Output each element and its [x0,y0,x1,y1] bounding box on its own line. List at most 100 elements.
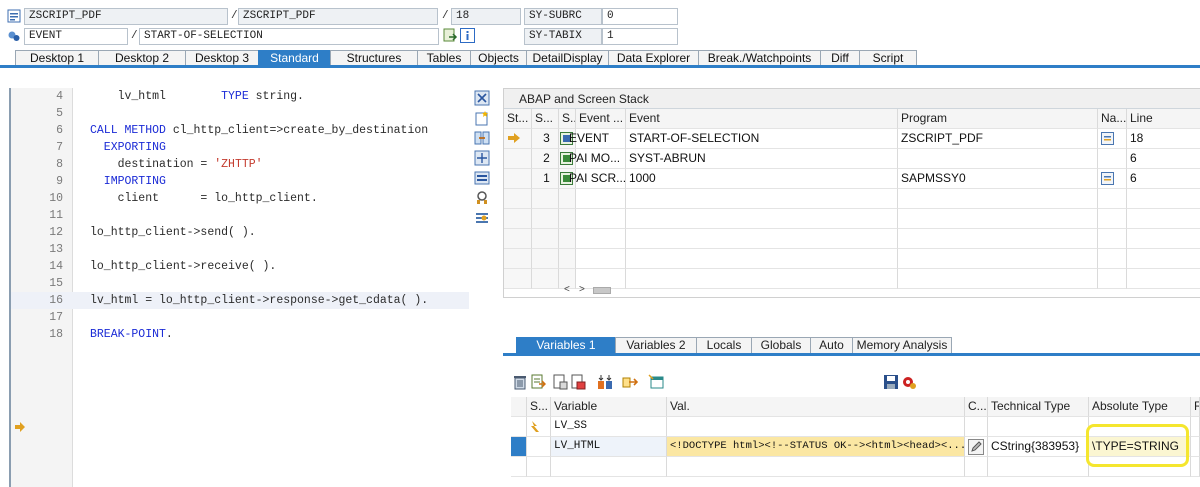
stack-cell[interactable] [1098,169,1127,189]
event-name-field[interactable]: START-OF-SELECTION [139,28,439,45]
tab-standard[interactable]: Standard [258,50,331,66]
code-line[interactable]: 11 [11,207,469,224]
code-line[interactable]: 5 [11,105,469,122]
tab-diff[interactable]: Diff [820,50,860,66]
stack-cell[interactable]: SAPMSSY0 [898,169,1098,189]
variables-column-header[interactable]: C... [965,397,988,417]
code-line[interactable]: 10 client = lo_http_client. [11,190,469,207]
tab-tables[interactable]: Tables [417,50,471,66]
program-field[interactable]: ZSCRIPT_PDF [24,8,228,25]
scroll-right-icon[interactable]: > [579,284,585,295]
stack-cell[interactable]: SYST-ABRUN [626,149,898,169]
stack-cell[interactable]: 2 [532,149,559,169]
tab-variables-2[interactable]: Variables 2 [615,337,697,354]
new-tool-icon[interactable] [474,110,490,126]
stack-column-header[interactable]: Line [1127,109,1200,129]
stack-cell[interactable]: START-OF-SELECTION [626,129,898,149]
tab-structures[interactable]: Structures [330,50,418,66]
tab-variables-1[interactable]: Variables 1 [516,337,616,354]
maximize-tool-icon[interactable] [474,150,490,166]
stack-column-header[interactable]: Na... [1098,109,1127,129]
variables-column-header[interactable]: Absolute Type [1089,397,1191,417]
tab-auto[interactable]: Auto [810,337,853,354]
debug-service-icon[interactable] [474,190,490,206]
stack-cell[interactable]: 3 [532,129,559,149]
code-line[interactable]: 8 destination = 'ZHTTP' [11,156,469,173]
code-line[interactable]: 9 IMPORTING [11,173,469,190]
close-tool-icon[interactable] [474,90,490,106]
stack-cell[interactable]: EVENT [566,129,626,149]
variables-column-header[interactable]: Variable [551,397,667,417]
stack-column-header[interactable]: Program [898,109,1098,129]
stack-cell[interactable]: PAI MO... [566,149,626,169]
code-line[interactable]: 6 CALL METHOD cl_http_client=>create_by_d… [11,122,469,139]
code-line[interactable]: 18 BREAK-POINT. [11,326,469,343]
transfer-icon[interactable] [622,374,638,390]
code-line[interactable]: 14 lo_http_client->receive( ). [11,258,469,275]
navigate-icon[interactable] [1101,132,1114,145]
variable-cell[interactable]: CString{383953} [988,437,1089,457]
tab-detaildisplay[interactable]: DetailDisplay [526,50,609,66]
stack-cell[interactable]: PAI SCR... [566,169,626,189]
tab-memory-analysis[interactable]: Memory Analysis [852,337,952,354]
source-code-editor[interactable]: 4 lv_html TYPE string. 5 6 CALL METHOD cl_h… [9,88,469,487]
import-variables-icon[interactable] [530,374,546,390]
variables-column-header[interactable] [511,397,527,417]
stack-cell[interactable] [504,169,532,189]
stack-column-header[interactable]: S... [559,109,576,129]
code-line[interactable]: 15 [11,275,469,292]
variable-cell[interactable] [988,417,1089,437]
stack-column-header[interactable]: St... [504,109,532,129]
scroll-thumb[interactable] [593,287,611,294]
variables-column-header[interactable]: S... [527,397,551,417]
stack-cell[interactable]: 1000 [626,169,898,189]
tab-script[interactable]: Script [859,50,917,66]
stack-column-header[interactable]: S... [532,109,559,129]
code-line[interactable]: 13 [11,241,469,258]
settings-icon[interactable] [901,374,917,390]
tab-break-watchpoints[interactable]: Break./Watchpoints [698,50,821,66]
tab-desktop-2[interactable]: Desktop 2 [98,50,186,66]
code-line[interactable]: 4 lv_html TYPE string. [11,88,469,105]
sy-subrc-value[interactable]: 0 [602,8,678,25]
tab-desktop-1[interactable]: Desktop 1 [15,50,99,66]
stack-cell[interactable] [1098,129,1127,149]
variable-cell[interactable]: LV_HTML [551,437,667,457]
code-line[interactable]: 7 EXPORTING [11,139,469,156]
tab-desktop-3[interactable]: Desktop 3 [185,50,259,66]
tab-globals[interactable]: Globals [751,337,811,354]
code-line[interactable]: 16 lv_html = lo_http_client->response->ge… [11,292,469,309]
tab-locals[interactable]: Locals [696,337,752,354]
variable-cell[interactable] [965,417,988,437]
tab-objects[interactable]: Objects [470,50,527,66]
edit-pencil-icon[interactable] [968,439,984,455]
variable-cell[interactable] [1191,417,1200,437]
variables-column-header[interactable]: R [1191,397,1200,417]
variable-cell[interactable]: LV_SS [551,417,667,437]
stack-cell[interactable] [898,149,1098,169]
stack-cell[interactable] [1098,149,1127,169]
tab-data-explorer[interactable]: Data Explorer [608,50,699,66]
code-line[interactable]: 17 [11,309,469,326]
sy-tabix-value[interactable]: 1 [602,28,678,45]
layout-tool-icon[interactable] [474,170,490,186]
save-icon[interactable] [883,374,899,390]
variable-cell[interactable] [511,417,527,437]
row-selector[interactable] [511,437,527,457]
line-field[interactable]: 18 [451,8,521,25]
variable-cell[interactable] [965,437,988,457]
variable-cell[interactable] [667,417,965,437]
stack-column-header[interactable]: Event [626,109,898,129]
navigate-icon[interactable] [1101,172,1114,185]
code-line[interactable]: 12 lo_http_client->send( ). [11,224,469,241]
stack-cell[interactable]: 1 [532,169,559,189]
sort-icon[interactable] [597,374,613,390]
stack-cell[interactable]: 6 [1127,149,1200,169]
stack-cell[interactable]: ZSCRIPT_PDF [898,129,1098,149]
stack-cell[interactable]: 18 [1127,129,1200,149]
stack-column-header[interactable]: Event ... [576,109,626,129]
variable-cell[interactable]: <!DOCTYPE html><!--STATUS OK--><html><he… [667,437,965,457]
table-view-icon[interactable] [648,374,664,390]
variables-column-header[interactable]: Val. [667,397,965,417]
stack-cell[interactable]: 6 [1127,169,1200,189]
